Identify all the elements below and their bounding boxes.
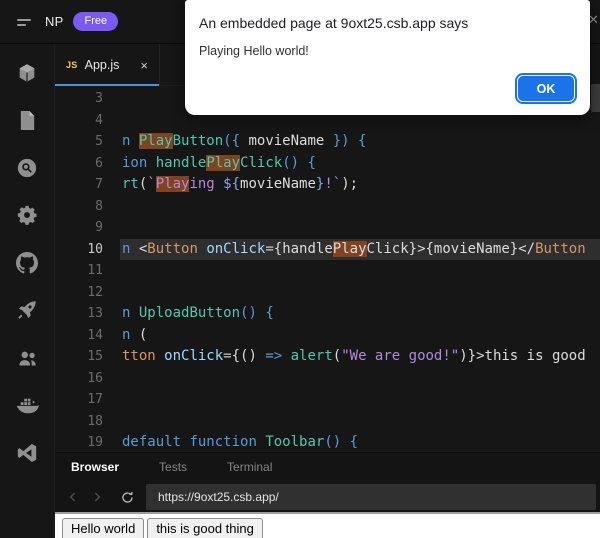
docker-icon[interactable] — [0, 382, 55, 430]
code-line: 16 — [55, 368, 600, 390]
code-line: 19 default function Toolbar() { — [55, 432, 600, 452]
line-number: 13 — [87, 306, 103, 322]
line-number: 6 — [95, 155, 103, 171]
line-number: 11 — [87, 263, 103, 279]
tab-label: App.js — [84, 58, 120, 72]
back-icon[interactable] — [61, 485, 85, 509]
file-icon[interactable] — [0, 97, 55, 145]
vscode-icon[interactable] — [0, 429, 55, 477]
forward-icon[interactable] — [85, 485, 109, 509]
code-line: 15 tton onClick={() => alert("We are good… — [55, 346, 600, 368]
bottom-panel: Browser Tests Terminal https://9oxt25.csb.… — [55, 452, 600, 512]
code-line: 17 — [55, 389, 600, 411]
dialog-title: An embedded page at 9oxt25.csb.app says — [199, 15, 469, 31]
panel-tabs: Browser Tests Terminal — [55, 453, 600, 481]
url-input[interactable]: https://9oxt25.csb.app/ — [146, 484, 596, 510]
panel-tab-tests[interactable]: Tests — [159, 460, 187, 474]
refresh-icon[interactable] — [115, 485, 139, 509]
line-number: 7 — [95, 177, 103, 193]
browser-navbar: https://9oxt25.csb.app/ — [55, 481, 600, 513]
code-line: 5n PlayButton({ movieName }) { — [55, 131, 600, 153]
box-icon[interactable] — [0, 49, 55, 97]
codesandbox-window: NP Free ✕ JS App.js × 3 4 5 n PlayButton… — [0, 0, 600, 538]
line-number: 14 — [87, 327, 103, 343]
line-number: 10 — [87, 241, 103, 257]
dialog-message: Playing Hello world! — [199, 44, 309, 58]
search-icon[interactable] — [0, 144, 55, 192]
editor-area: JS App.js × 3 4 5n PlayButton({ movieName … — [55, 44, 600, 538]
alert-dialog: An embedded page at 9oxt25.csb.app says … — [185, 0, 590, 115]
tab-appjs[interactable]: JS App.js × — [55, 44, 160, 86]
code-line: 12 — [55, 282, 600, 304]
code-line: 10 n <Button onClick={handlePlayClick}>{m… — [55, 238, 600, 260]
menu-icon[interactable] — [17, 16, 32, 28]
line-number: 18 — [87, 413, 103, 429]
code-line: 6 ion handlePlayClick() { — [55, 153, 600, 175]
line-number: 3 — [95, 91, 103, 107]
panel-tab-browser[interactable]: Browser — [71, 460, 119, 474]
editor-scrollbar[interactable] — [591, 84, 600, 112]
project-name: NP — [45, 14, 64, 29]
code-editor[interactable]: 3 4 5n PlayButton({ movieName }) {6 ion han… — [55, 86, 600, 452]
line-number: 4 — [95, 112, 103, 128]
line-number: 19 — [87, 435, 103, 451]
line-number: 12 — [87, 284, 103, 300]
users-icon[interactable] — [0, 334, 55, 382]
plan-badge[interactable]: Free — [73, 11, 119, 32]
gear-icon[interactable] — [0, 192, 55, 240]
code-line: 11 — [55, 260, 600, 282]
ok-button[interactable]: OK — [518, 76, 574, 101]
code-line: 8 — [55, 196, 600, 218]
github-icon[interactable] — [0, 239, 55, 287]
line-number: 8 — [95, 198, 103, 214]
line-number: 17 — [87, 392, 103, 408]
code-line: 13 n UploadButton() { — [55, 303, 600, 325]
line-number: 9 — [95, 220, 103, 236]
js-file-icon: JS — [66, 60, 78, 70]
code-line: 14 n ( — [55, 325, 600, 347]
code-line: 7 rt(`Playing ${movieName}!`); — [55, 174, 600, 196]
activity-sidebar — [0, 44, 55, 538]
preview-button[interactable]: this is good thing — [147, 518, 263, 538]
code-line: 9 — [55, 217, 600, 239]
code-line: 18 — [55, 411, 600, 433]
panel-tab-terminal[interactable]: Terminal — [227, 460, 272, 474]
browser-preview: Hello world this is good thing — [55, 512, 600, 538]
preview-button[interactable]: Hello world — [62, 518, 145, 538]
line-number: 5 — [95, 134, 103, 150]
tab-close-icon[interactable]: × — [140, 59, 148, 72]
rocket-icon[interactable] — [0, 287, 55, 335]
line-number: 15 — [87, 349, 103, 365]
line-number: 16 — [87, 370, 103, 386]
